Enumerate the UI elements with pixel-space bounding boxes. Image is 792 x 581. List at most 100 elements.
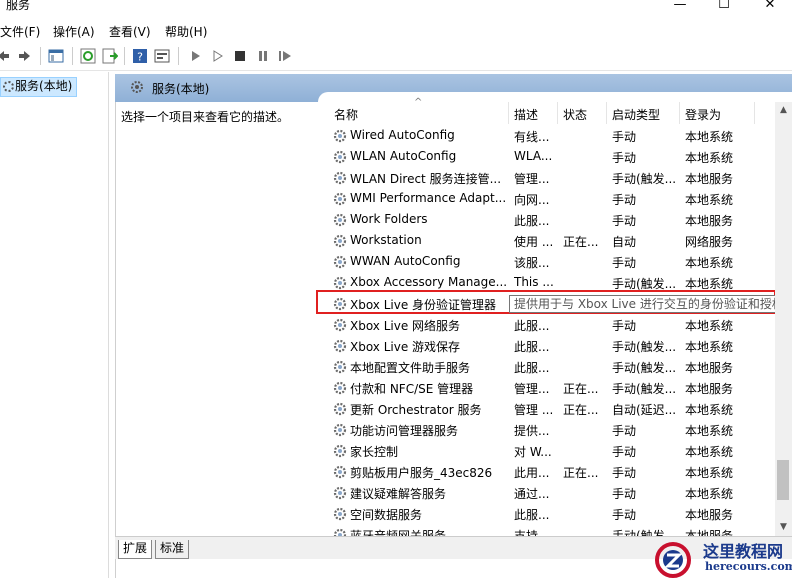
table-row[interactable]: WLAN Direct 服务连接管... 管理... 手动(触发... 本地服务 [330, 168, 778, 189]
table-row[interactable]: WMI Performance Adapt... 向网... 手动 本地系统 [330, 189, 778, 210]
scroll-thumb[interactable] [777, 460, 789, 500]
service-name: 功能访问管理器服务 [350, 424, 459, 438]
service-startup-type: 自动(延迟... [612, 403, 677, 417]
back-icon[interactable] [0, 47, 12, 65]
forward-icon[interactable] [16, 47, 34, 65]
service-logon-as: 本地系统 [685, 256, 734, 270]
service-startup-type: 手动 [612, 193, 637, 207]
export-list-icon[interactable] [101, 47, 119, 65]
service-desc: 此服... [514, 508, 550, 522]
window-title: 服务 [6, 0, 31, 12]
service-description: 选择一个项目来查看它的描述。 [121, 110, 290, 124]
service-logon-as: 本地系统 [685, 151, 734, 165]
watermark-url: herecours.com [705, 560, 792, 573]
scroll-up-icon[interactable]: ▲ [775, 102, 792, 119]
restart-service-icon[interactable] [276, 47, 294, 65]
column-divider [508, 102, 509, 124]
service-name: WLAN AutoConfig [350, 149, 457, 163]
service-status: 正在... [563, 466, 599, 480]
service-status: 正在... [563, 235, 599, 249]
service-gear-icon [333, 129, 347, 143]
column-header-name[interactable]: 名称 [334, 106, 358, 123]
service-logon-as: 本地系统 [685, 193, 734, 207]
stop-service-icon[interactable] [231, 47, 249, 65]
table-row[interactable]: WLAN AutoConfig WLA... 手动 本地系统 [330, 147, 778, 168]
column-header-description[interactable]: 描述 [514, 106, 538, 123]
toolbar-separator [72, 47, 73, 65]
table-row[interactable]: 剪贴板用户服务_43ec826 此用... 正在... 手动 本地系统 [330, 462, 778, 483]
refresh-icon[interactable] [79, 47, 97, 65]
table-row[interactable]: Xbox Live 网络服务 此服... 手动 本地系统 [330, 315, 778, 336]
service-name: WMI Performance Adapt... [350, 191, 507, 205]
service-startup-type: 手动 [612, 319, 637, 333]
service-gear-icon [333, 255, 347, 269]
start-service-icon[interactable] [187, 47, 205, 65]
service-logon-as: 本地服务 [685, 382, 734, 396]
service-desc: 该服... [514, 256, 550, 270]
table-row[interactable]: 功能访问管理器服务 提供... 手动 本地系统 [330, 420, 778, 441]
pause-service-icon[interactable] [254, 47, 272, 65]
tree-item-services-local[interactable]: 服务(本地) [0, 77, 78, 97]
maximize-button[interactable]: ☐ [704, 0, 744, 14]
table-row[interactable]: WWAN AutoConfig 该服... 手动 本地系统 [330, 252, 778, 273]
column-divider [606, 102, 607, 124]
console-tree-icon[interactable] [47, 47, 65, 65]
table-row[interactable]: 付款和 NFC/SE 管理器 管理... 正在... 手动(触发... 本地服务 [330, 378, 778, 399]
table-row[interactable]: Workstation 使用 ... 正在... 自动 网络服务 [330, 231, 778, 252]
service-desc: 提供... [514, 424, 550, 438]
table-row[interactable]: 更新 Orchestrator 服务 管理 ... 正在... 自动(延迟... 本地系… [330, 399, 778, 420]
service-desc: 通过... [514, 487, 550, 501]
close-button[interactable]: ✕ [750, 0, 790, 14]
service-startup-type: 手动(触发... [612, 340, 677, 354]
column-header-startup-type[interactable]: 启动类型 [612, 106, 660, 123]
service-startup-type: 手动 [612, 445, 637, 459]
service-name: Xbox Accessory Manage... [350, 275, 508, 289]
column-divider [679, 102, 680, 124]
table-row[interactable]: Xbox Live 游戏保存 此服... 手动(触发... 本地系统 [330, 336, 778, 357]
service-gear-icon [333, 234, 347, 248]
start-service-alt-icon[interactable] [209, 47, 227, 65]
table-row[interactable]: 家长控制 对 W... 手动 本地系统 [330, 441, 778, 462]
tab-extended[interactable]: 扩展 [118, 540, 153, 559]
tab-standard[interactable]: 标准 [155, 540, 190, 559]
service-startup-type: 手动(触发... [612, 172, 677, 186]
service-startup-type: 手动 [612, 466, 637, 480]
service-name: WWAN AutoConfig [350, 254, 461, 268]
help-icon[interactable]: ? [131, 47, 149, 65]
service-desc: 使用 ... [514, 235, 554, 249]
tree-item-label: 服务(本地) [15, 79, 73, 93]
service-gear-icon [333, 402, 347, 416]
service-startup-type: 手动(触发... [612, 361, 677, 375]
service-startup-type: 手动 [612, 130, 637, 144]
column-divider [557, 102, 558, 124]
table-row[interactable]: 空间数据服务 此服... 手动 本地服务 [330, 504, 778, 525]
table-row[interactable]: 建议疑难解答服务 通过... 手动 本地系统 [330, 483, 778, 504]
menu-action[interactable]: 操作(A) [53, 23, 95, 40]
console-tree [0, 72, 109, 578]
service-logon-as: 本地服务 [685, 508, 734, 522]
table-row[interactable]: Wired AutoConfig 有线... 手动 本地系统 [330, 126, 778, 147]
service-gear-icon [333, 171, 347, 185]
table-row[interactable]: 本地配置文件助手服务 此服... 手动(触发... 本地服务 [330, 357, 778, 378]
menu-file[interactable]: 文件(F) [0, 23, 40, 40]
service-name: Xbox Live 游戏保存 [350, 340, 461, 354]
toolbar-separator [124, 47, 125, 65]
menu-view[interactable]: 查看(V) [109, 23, 151, 40]
minimize-button[interactable]: — [660, 0, 700, 14]
service-name: Xbox Live 网络服务 [350, 319, 461, 333]
service-status: 正在... [563, 403, 599, 417]
panel-title: 服务(本地) [152, 82, 210, 96]
sort-ascending-icon: ^ [414, 97, 423, 108]
service-gear-icon [333, 150, 347, 164]
scroll-down-icon[interactable]: ▼ [775, 519, 792, 536]
column-header-status[interactable]: 状态 [563, 106, 587, 123]
column-divider [754, 102, 755, 124]
service-logon-as: 本地系统 [685, 403, 734, 417]
menu-help[interactable]: 帮助(H) [165, 23, 207, 40]
properties-icon[interactable] [153, 47, 171, 65]
gear-icon [130, 80, 144, 94]
service-gear-icon [333, 444, 347, 458]
column-header-logon-as[interactable]: 登录为 [685, 106, 721, 123]
service-gear-icon [333, 213, 347, 227]
table-row[interactable]: Work Folders 此服... 手动 本地服务 [330, 210, 778, 231]
